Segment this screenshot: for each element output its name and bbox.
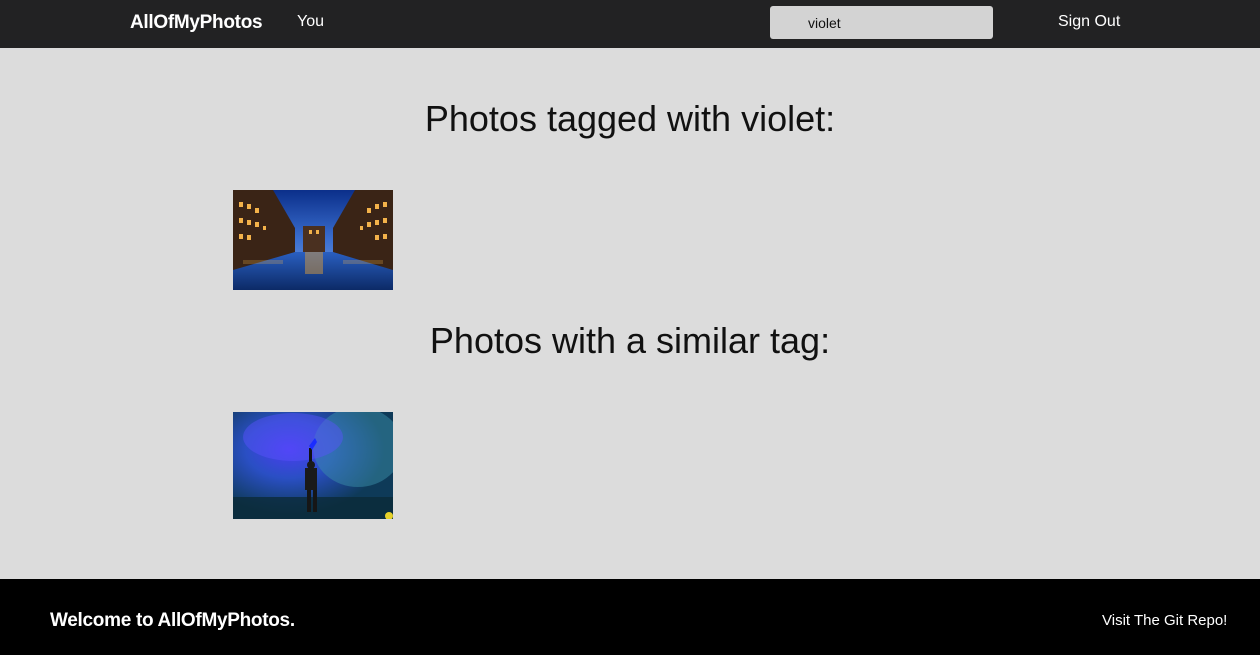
violet-smoke-photo bbox=[233, 412, 393, 519]
tagged-photos-heading: Photos tagged with violet: bbox=[424, 98, 836, 139]
similar-photo-thumbnail[interactable] bbox=[233, 412, 393, 519]
footer: Welcome to AllOfMyPhotos. Visit The Git … bbox=[0, 579, 1260, 655]
brand-link[interactable]: AllOfMyPhotos bbox=[130, 12, 263, 34]
git-repo-link[interactable]: Visit The Git Repo! bbox=[1102, 612, 1227, 629]
top-navbar: AllOfMyPhotos You Sign Out bbox=[0, 0, 1260, 48]
footer-welcome-text: Welcome to AllOfMyPhotos. bbox=[50, 610, 295, 631]
search-input[interactable] bbox=[770, 6, 993, 39]
similar-photos-heading: Photos with a similar tag: bbox=[429, 320, 831, 361]
tagged-photo-thumbnail[interactable] bbox=[233, 190, 393, 290]
nav-you-link[interactable]: You bbox=[297, 13, 324, 31]
canal-city-night-photo bbox=[233, 190, 393, 290]
sign-out-button[interactable]: Sign Out bbox=[1058, 13, 1120, 31]
